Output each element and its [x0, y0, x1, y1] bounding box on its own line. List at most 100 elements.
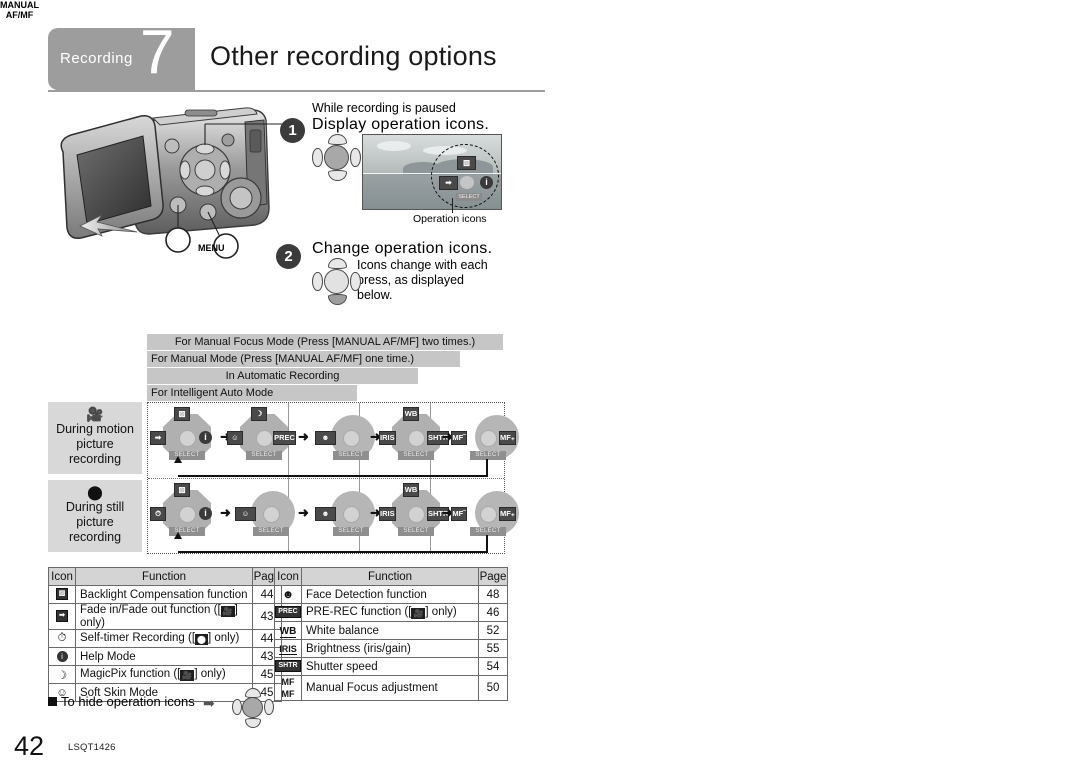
joystick-center-icon: [324, 269, 349, 294]
manual-focus-icon: MF MF: [274, 675, 302, 701]
function-label: PRE-REC function ([🎥] only): [301, 603, 479, 622]
magicpix-icon: ☽: [251, 407, 267, 421]
camcorder-inline-icon: 🎥: [411, 608, 426, 619]
page-ref: 55: [478, 639, 508, 658]
bullet-square: [48, 697, 57, 706]
joystick-down-icon: [328, 170, 347, 181]
joystick-up-icon: [328, 258, 347, 269]
page-ref: 46: [478, 603, 508, 622]
loop-arrow-motion: [178, 465, 488, 477]
lcd-center-dot: [460, 176, 474, 189]
operation-icon-flow-diagram: For Manual Focus Mode (Press [MANUAL AF/…: [48, 334, 519, 554]
select-label: SELECT: [398, 527, 434, 536]
cluster-center: [263, 506, 280, 523]
mode-bar-automatic: In Automatic Recording: [147, 368, 418, 384]
hide-icons-text: To hide operation icons: [61, 694, 195, 709]
step-1-number: 1: [280, 118, 305, 143]
cluster-motion-2: ☽ ☺ PREC SELECT: [227, 407, 297, 465]
white-balance-icon: WB: [403, 407, 419, 421]
shutter-icon: SHTR: [274, 657, 302, 676]
cluster-still-2: ☺ SELECT: [231, 489, 297, 541]
page-title: Other recording options: [210, 41, 497, 71]
document-code: LSQT1426: [68, 742, 116, 753]
joystick-diagram-step2: [312, 258, 361, 305]
cluster-still-3: ☻ SELECT: [311, 489, 377, 541]
column-header-icon: Icon: [274, 567, 302, 586]
joystick-diagram-step1: [312, 134, 361, 181]
table-row: WB White balance 52: [274, 621, 508, 640]
face-detection-icon: ☻: [315, 431, 336, 445]
grid-row-divider: [148, 478, 504, 479]
select-label: SELECT: [333, 527, 369, 536]
joystick-left-icon: [312, 272, 323, 291]
table-row: SHTR Shutter speed 54: [274, 657, 508, 676]
table-header-row: Icon Function Page: [274, 567, 508, 586]
function-table-left: Icon Function Page ▨ Backlight Compensat…: [48, 567, 282, 702]
lcd-cloud: [377, 141, 411, 151]
flow-arrow: ➜: [220, 505, 231, 520]
function-table-right: Icon Function Page ☻ Face Detection func…: [274, 567, 508, 701]
lcd-select-label: SELECT: [456, 193, 482, 201]
function-label: Backlight Compensation function: [75, 585, 253, 604]
lcd-backlight-icon: ▧: [457, 156, 476, 170]
face-detection-icon: ☻: [315, 507, 336, 521]
page-ref: 48: [478, 585, 508, 604]
mode-bar-manual: For Manual Mode (Press [MANUAL AF/MF] on…: [147, 351, 460, 367]
manual-focus-plus-icon: MF₊: [499, 431, 516, 445]
table-row: ☻ Face Detection function 48: [274, 585, 508, 604]
table-row: ⏱ Self-timer Recording ([⬤] only) 44: [48, 629, 282, 648]
camcorder-inline-icon: 🎥: [220, 606, 235, 617]
backlight-icon: ▨: [48, 585, 76, 604]
step-2-number: 2: [276, 244, 301, 269]
function-label: MagicPix function ([🎥] only): [75, 665, 253, 684]
manual-focus-minus-icon: MF‾: [451, 507, 467, 521]
table-row: ➡ Fade in/Fade out function ([🎥] only) 4…: [48, 603, 282, 630]
joystick-center-icon: [324, 145, 349, 170]
table-header-row: Icon Function Page: [48, 567, 282, 586]
camcorder-inline-icon: 🎥: [180, 670, 195, 681]
arrow-right-icon: ➡: [203, 695, 215, 711]
header-rule: [48, 90, 545, 92]
page-ref: 52: [478, 621, 508, 640]
cluster-center: [179, 430, 196, 447]
joystick-right-icon: [350, 272, 361, 291]
iris-icon: IRIS: [379, 431, 396, 445]
operation-icons-leader-line: [452, 198, 454, 213]
manual-page: Recording 7 Other recording options MANU…: [0, 0, 1080, 767]
select-label: SELECT: [333, 451, 369, 460]
mode-bar-manual-focus: For Manual Focus Mode (Press [MANUAL AF/…: [147, 334, 503, 350]
camera-inline-icon: ⬤: [195, 634, 208, 645]
camera-icon: ⬤: [87, 484, 103, 500]
cluster-center: [408, 430, 425, 447]
loop-arrow-head-motion: [174, 456, 182, 463]
self-timer-icon: ⏱: [150, 507, 166, 521]
function-label: Shutter speed: [301, 657, 479, 676]
page-ref: 50: [478, 675, 508, 701]
step-1-precondition: While recording is paused: [312, 101, 456, 115]
white-balance-icon: WB: [274, 621, 302, 640]
cluster-center: [179, 506, 196, 523]
cluster-motion-5: MF‾ MF₊ SELECT: [451, 413, 521, 465]
pre-rec-icon: PREC: [274, 603, 302, 622]
diagram-grid: ▨ ➡ i SELECT ➜ ☽ ☺ PREC SELECT ➜ ☻ SELEC…: [147, 402, 519, 554]
joystick-center-icon: [242, 697, 263, 718]
joystick-up-icon: [328, 134, 347, 145]
cluster-motion-3: ☻ SELECT: [311, 413, 377, 465]
joystick-down-icon: [328, 294, 347, 305]
page-ref: 54: [478, 657, 508, 676]
select-label: SELECT: [398, 451, 434, 460]
cluster-motion-4: WB IRIS SHTR SELECT: [379, 407, 450, 465]
step-2-instruction: Change operation icons.: [312, 240, 493, 257]
cluster-still-1: ▨ ⏱ i SELECT: [150, 483, 220, 541]
cluster-center: [408, 506, 425, 523]
soft-skin-icon: ☺: [235, 507, 256, 521]
function-label: Fade in/Fade out function ([🎥] only): [75, 603, 253, 630]
lcd-fade-icon: ➡: [439, 176, 458, 190]
flow-arrow: ➜: [298, 505, 309, 520]
column-header-function: Function: [75, 567, 253, 586]
function-label: Help Mode: [75, 647, 253, 666]
fade-icon: ➡: [48, 603, 76, 630]
manual-focus-minus-icon: MF‾: [451, 431, 467, 445]
function-label: Manual Focus adjustment: [301, 675, 479, 701]
joystick-left-icon: [312, 148, 323, 167]
